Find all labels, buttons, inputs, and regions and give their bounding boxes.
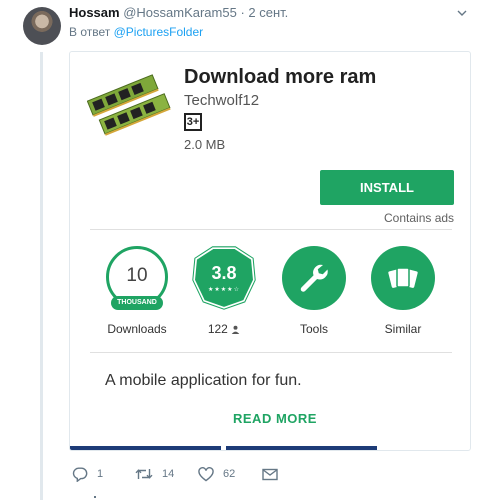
downloads-unit: THOUSAND bbox=[111, 296, 163, 310]
retweet-count: 14 bbox=[162, 468, 175, 480]
rating-stars: ★★★★☆ bbox=[208, 287, 240, 293]
content-rating-badge: 3+ bbox=[184, 113, 202, 131]
like-icon bbox=[198, 466, 214, 481]
tweet-date[interactable]: 2 сент. bbox=[248, 5, 288, 20]
tweet-header: Hossam @HossamKaram55 · 2 сент. bbox=[69, 5, 288, 21]
developer-name: Techwolf12 bbox=[184, 92, 260, 109]
reply-button[interactable]: 1 bbox=[72, 465, 103, 483]
read-more-link: READ MORE bbox=[233, 411, 317, 426]
retweet-icon bbox=[135, 469, 153, 479]
app-description: A mobile application for fun. bbox=[105, 372, 302, 389]
avatar[interactable] bbox=[23, 7, 61, 45]
contains-ads-label: Contains ads bbox=[384, 211, 455, 225]
reply-icon bbox=[72, 467, 88, 482]
thread-dot bbox=[94, 496, 96, 498]
author-name[interactable]: Hossam bbox=[69, 5, 120, 20]
reply-count: 1 bbox=[97, 468, 104, 480]
similar-label: Similar bbox=[384, 322, 422, 336]
app-title: Download more ram bbox=[184, 66, 377, 88]
author-handle[interactable]: @HossamKaram55 bbox=[123, 5, 237, 20]
reply-to-link[interactable]: @PicturesFolder bbox=[114, 25, 204, 39]
like-button[interactable]: 62 bbox=[198, 465, 235, 483]
divider-bottom bbox=[90, 352, 452, 353]
wrench-icon bbox=[300, 264, 328, 292]
ram-stick-icon bbox=[87, 74, 171, 136]
tools-label: Tools bbox=[299, 322, 328, 336]
app-size: 2.0 MB bbox=[184, 137, 226, 152]
reply-prefix: В ответ bbox=[69, 25, 111, 39]
reviews-count: 122 bbox=[184, 322, 264, 336]
person-icon bbox=[231, 325, 240, 334]
downloads-value: 10 bbox=[126, 265, 148, 286]
thread-line bbox=[40, 52, 43, 500]
status-strip-left bbox=[70, 446, 221, 450]
reviews-label: 122 bbox=[207, 322, 228, 336]
like-count: 62 bbox=[223, 468, 236, 480]
divider-top bbox=[90, 229, 452, 230]
caret-down-icon[interactable] bbox=[457, 8, 467, 18]
retweet-button[interactable]: 14 bbox=[135, 465, 174, 483]
cards-icon bbox=[388, 267, 418, 288]
app-card-image[interactable]: Download more ram Techwolf12 3+ 2.0 MB I… bbox=[69, 51, 471, 451]
message-icon bbox=[262, 468, 278, 480]
install-button: INSTALL bbox=[320, 170, 454, 205]
status-strip-right bbox=[226, 446, 377, 450]
reply-context: В ответ @PicturesFolder bbox=[69, 25, 203, 39]
downloads-label: Downloads bbox=[107, 322, 167, 336]
rating-value: 3.8 bbox=[211, 263, 237, 283]
message-button[interactable] bbox=[262, 465, 278, 483]
meta-separator: · bbox=[236, 5, 249, 20]
